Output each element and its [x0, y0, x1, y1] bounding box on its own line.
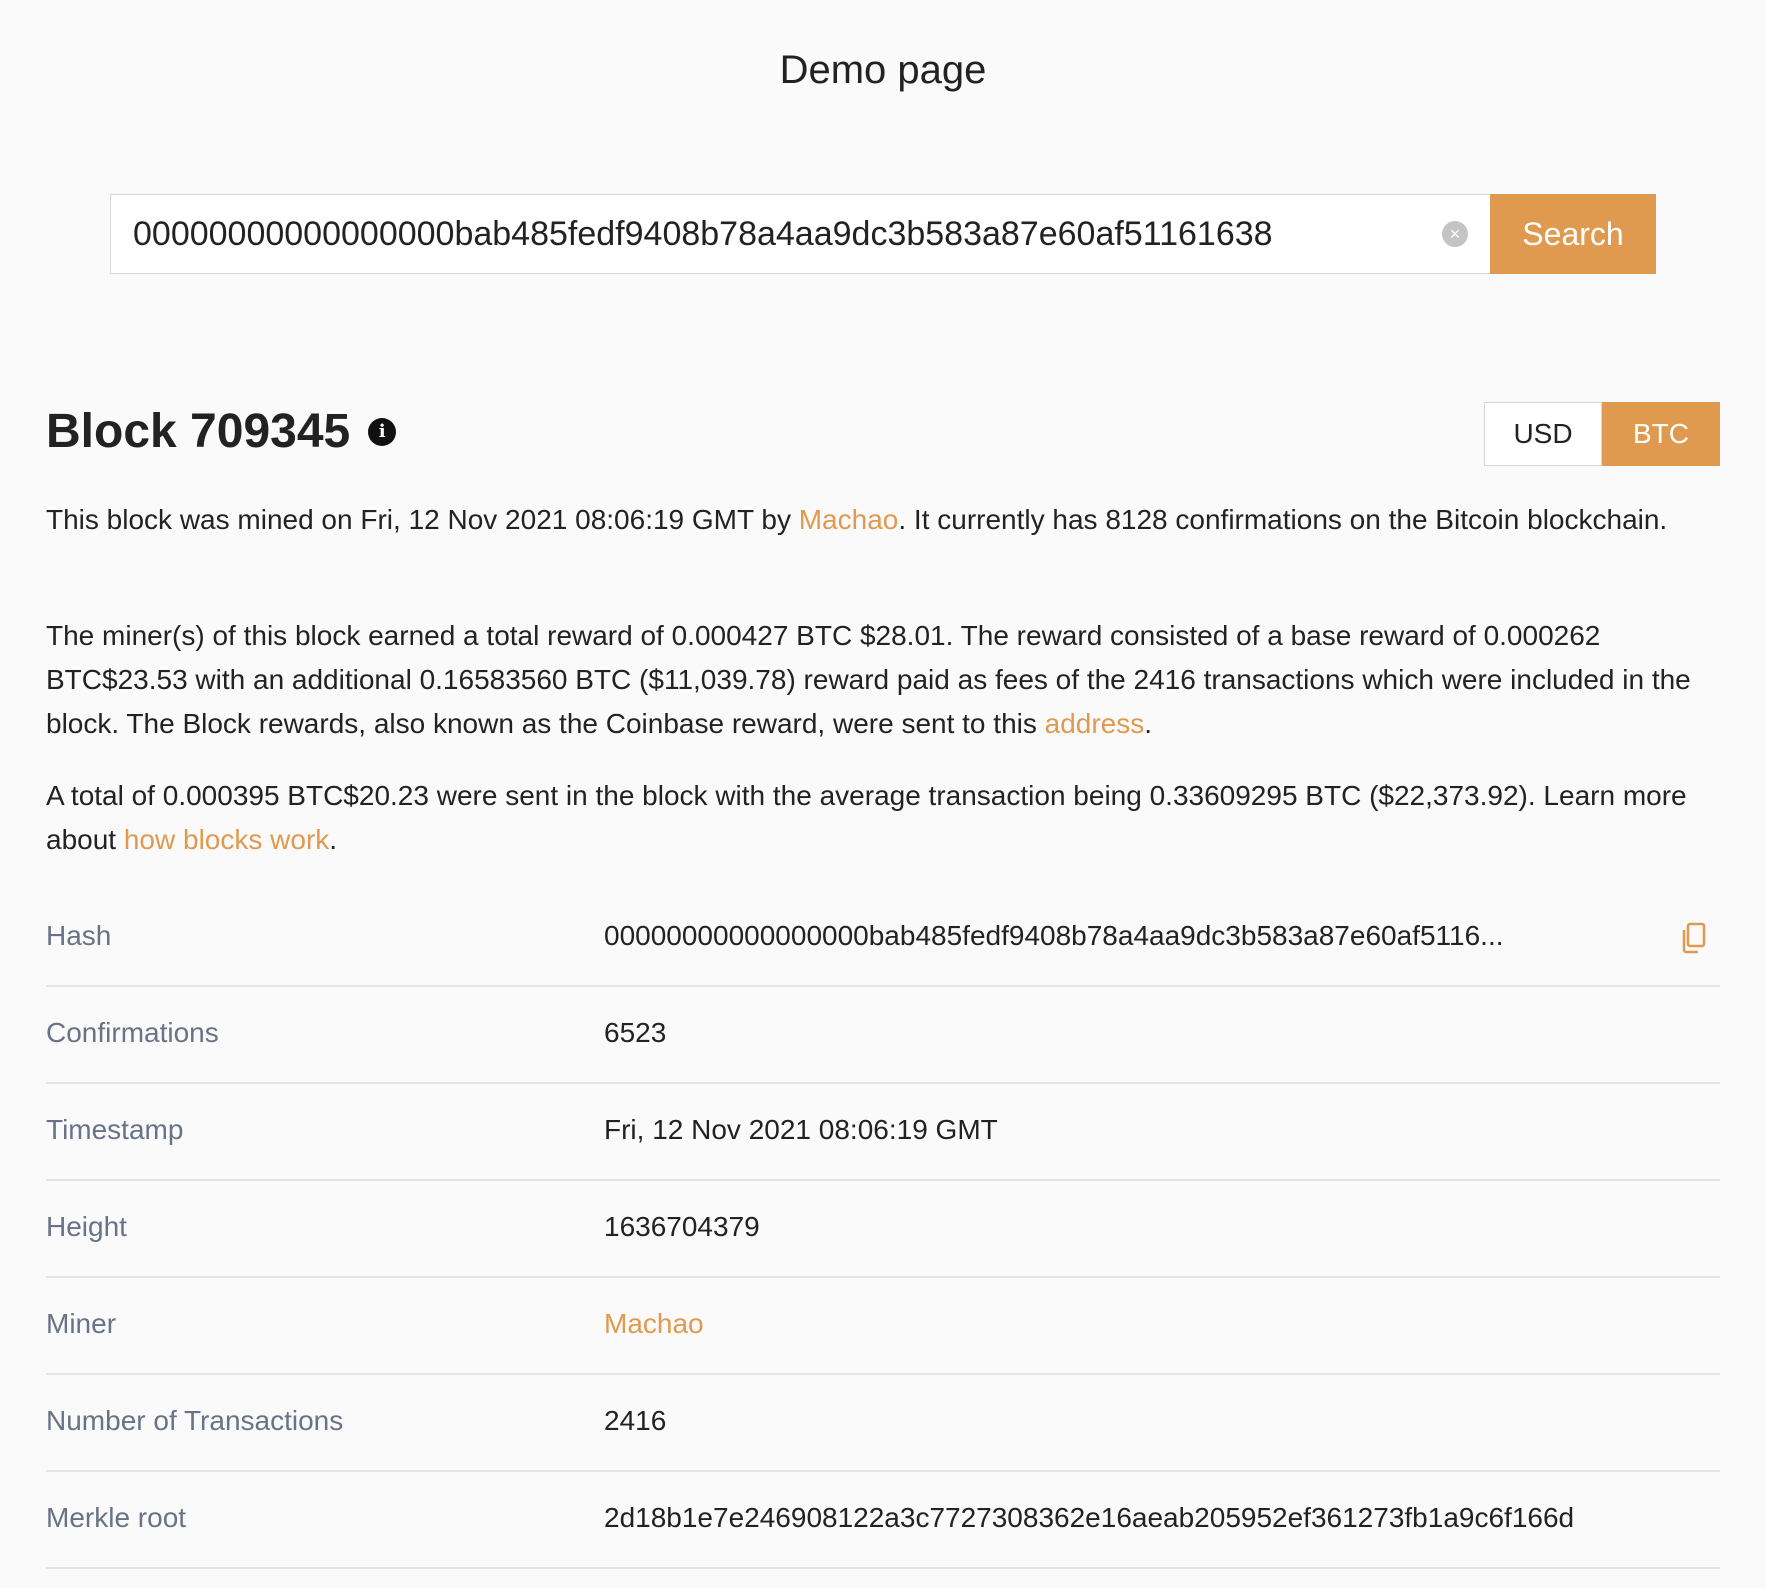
search-button[interactable]: Search: [1490, 194, 1656, 274]
confirmations-value: 6523: [604, 1017, 667, 1048]
height-value: 1636704379: [604, 1211, 760, 1242]
search-input-wrapper: ×: [110, 194, 1490, 274]
page: Demo page × Search Block 709345 i USD BT…: [0, 0, 1766, 1588]
transactions-value: 2416: [604, 1405, 667, 1436]
reward-text: .: [1144, 708, 1153, 739]
row-label: Merkle root: [46, 1502, 187, 1533]
total-paragraph: A total of 0.000395 BTC$20.23 were sent …: [46, 774, 1726, 862]
block-title: Block 709345: [46, 405, 351, 458]
how-blocks-work-link[interactable]: how blocks work: [124, 824, 329, 855]
summary-text: . It currently has 8128 confirmations on…: [898, 504, 1668, 535]
row-label: Number of Transactions: [46, 1405, 344, 1436]
miner-link[interactable]: Machao: [799, 504, 899, 535]
total-text: .: [329, 824, 338, 855]
clear-icon[interactable]: ×: [1442, 221, 1468, 247]
page-title: Demo page: [779, 48, 987, 92]
row-label: Timestamp: [46, 1114, 184, 1145]
hash-value: 00000000000000000bab485fedf9408b78a4aa9d…: [604, 920, 1504, 951]
merkle-root-value: 2d18b1e7e246908122a3c7727308362e16aeab20…: [604, 1502, 1575, 1533]
details-row-transactions: Number of Transactions 2416: [46, 1375, 1720, 1472]
block-details-table: Hash 00000000000000000bab485fedf9408b78a…: [46, 890, 1720, 1569]
block-heading: Block 709345 i: [46, 404, 397, 459]
row-label: Height: [46, 1211, 127, 1242]
details-row-height: Height 1636704379: [46, 1181, 1720, 1278]
details-row-timestamp: Timestamp Fri, 12 Nov 2021 08:06:19 GMT: [46, 1084, 1720, 1181]
details-row-hash: Hash 00000000000000000bab485fedf9408b78a…: [46, 890, 1720, 987]
details-row-miner: Miner Machao: [46, 1278, 1720, 1375]
row-label: Hash: [46, 920, 112, 951]
details-row-confirmations: Confirmations 6523: [46, 987, 1720, 1084]
block-summary-paragraph: This block was mined on Fri, 12 Nov 2021…: [46, 498, 1726, 542]
miner-value-link[interactable]: Machao: [604, 1308, 704, 1340]
search-input[interactable]: [111, 195, 1490, 273]
timestamp-value: Fri, 12 Nov 2021 08:06:19 GMT: [604, 1114, 998, 1145]
info-icon[interactable]: i: [368, 417, 397, 446]
usd-toggle-button[interactable]: USD: [1484, 402, 1602, 466]
summary-text: This block was mined on Fri, 12 Nov 2021…: [46, 504, 799, 535]
row-label: Miner: [46, 1308, 117, 1339]
search-bar: × Search: [110, 194, 1656, 274]
reward-paragraph: The miner(s) of this block earned a tota…: [46, 614, 1726, 746]
reward-text: The miner(s) of this block earned a tota…: [46, 620, 1691, 739]
details-row-merkle-root: Merkle root 2d18b1e7e246908122a3c7727308…: [46, 1472, 1720, 1569]
copy-icon[interactable]: [1680, 922, 1708, 954]
row-label: Confirmations: [46, 1017, 219, 1048]
address-link[interactable]: address: [1045, 708, 1145, 739]
btc-toggle-button[interactable]: BTC: [1602, 402, 1720, 466]
currency-toggle: USD BTC: [1484, 402, 1720, 466]
